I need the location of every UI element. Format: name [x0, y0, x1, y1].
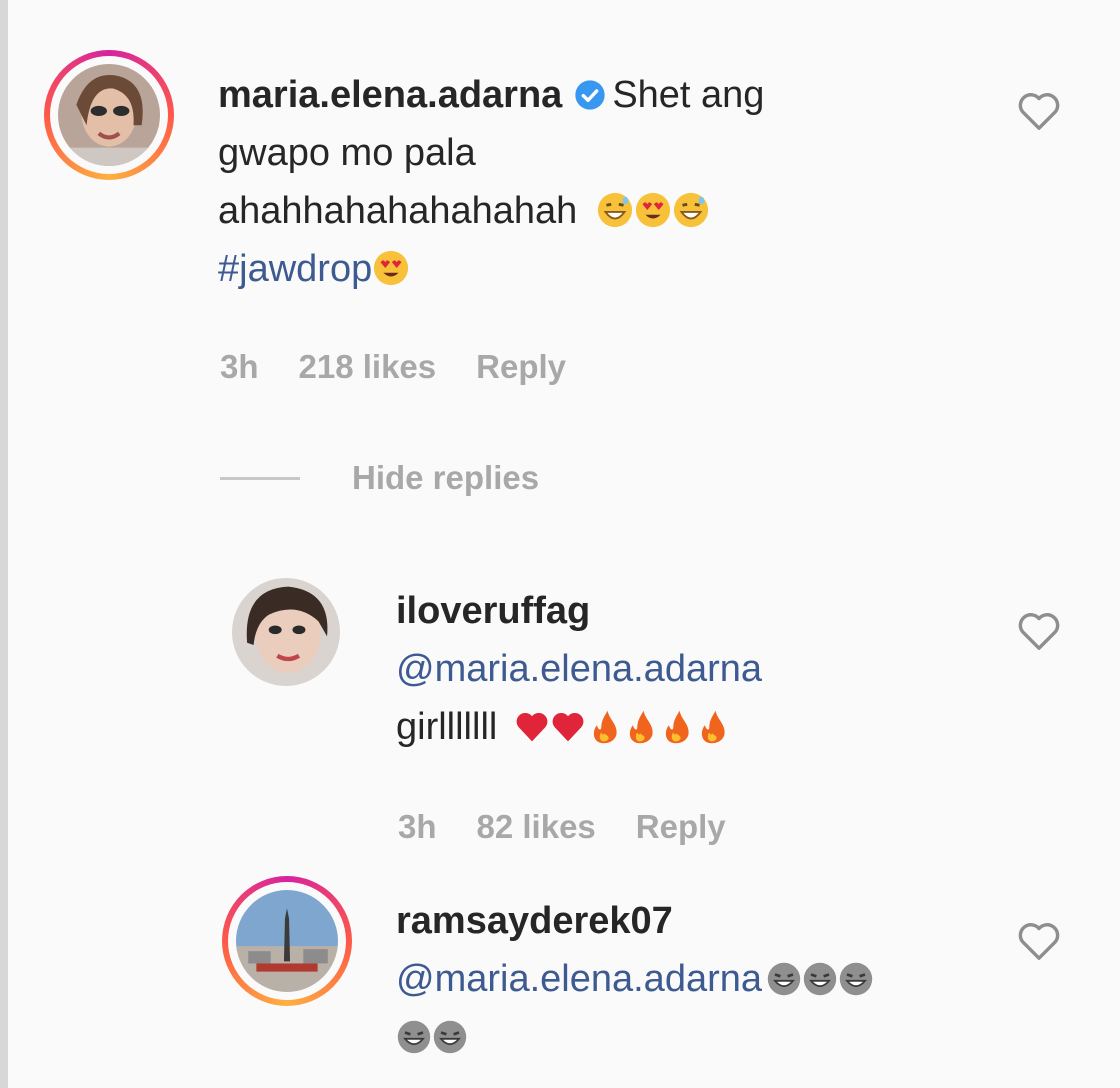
laughing-emoji: [839, 962, 873, 996]
avatar[interactable]: [232, 578, 340, 686]
reply-time: 3h: [398, 808, 437, 845]
fire-emoji: [701, 710, 725, 744]
fire-emoji: [593, 710, 617, 744]
comment-meta: 3h 218 likes Reply: [220, 348, 606, 386]
avatar[interactable]: [236, 890, 338, 992]
hide-replies-button[interactable]: Hide replies: [220, 455, 539, 501]
reply-message: girlllllll: [396, 706, 498, 748]
avatar-photo-icon: [232, 578, 340, 686]
like-heart-icon[interactable]: [1016, 920, 1062, 962]
grinning-sweat-emoji: [673, 192, 708, 228]
laughing-emoji: [397, 1020, 431, 1054]
comment-time: 3h: [220, 348, 259, 385]
fire-emoji: [665, 710, 689, 744]
red-heart-emoji: [552, 712, 584, 742]
avatar-photo-icon: [58, 64, 160, 166]
hide-replies-line: [220, 476, 300, 480]
mention-link[interactable]: @maria.elena.adarna: [396, 958, 762, 1000]
comment-text-line3: ahahhahahahahahah: [218, 190, 578, 232]
reply-likes[interactable]: 82 likes: [477, 808, 596, 845]
like-heart-icon[interactable]: [1016, 610, 1062, 652]
left-border: [0, 0, 8, 1088]
fire-emoji: [629, 710, 653, 744]
comment-likes[interactable]: 218 likes: [299, 348, 437, 385]
comment-text-line1: Shet ang: [612, 74, 765, 116]
reply-username[interactable]: ramsayderek07: [396, 900, 673, 942]
reply-text: ramsayderek07 @maria.elena.adarna: [396, 892, 976, 1066]
hide-replies-label: Hide replies: [352, 459, 540, 496]
reply-username[interactable]: iloveruffag: [396, 590, 590, 632]
heart-eyes-emoji: [635, 192, 670, 228]
laughing-emoji: [433, 1020, 467, 1054]
comment-username[interactable]: maria.elena.adarna: [218, 74, 562, 116]
heart-eyes-emoji: [374, 250, 409, 286]
comment-text-line2: gwapo mo pala: [218, 132, 476, 174]
verified-badge-icon: [575, 80, 605, 110]
reply-text: iloveruffag @maria.elena.adarna girlllll…: [396, 582, 956, 756]
comment-text: maria.elena.adarna Shet ang gwapo mo pala…: [218, 66, 938, 298]
mention-link[interactable]: @maria.elena.adarna: [396, 648, 762, 690]
like-heart-icon[interactable]: [1016, 90, 1062, 132]
comment-reply-button[interactable]: Reply: [476, 348, 566, 385]
reply-meta: 3h 82 likes Reply: [398, 808, 766, 846]
hashtag-link[interactable]: #jawdrop: [218, 248, 372, 290]
avatar-photo-icon: [236, 890, 338, 992]
red-heart-emoji: [516, 712, 548, 742]
avatar[interactable]: [58, 64, 160, 166]
laughing-emoji: [803, 962, 837, 996]
laughing-emoji: [767, 962, 801, 996]
grinning-sweat-emoji: [597, 192, 632, 228]
reply-reply-button[interactable]: Reply: [636, 808, 726, 845]
